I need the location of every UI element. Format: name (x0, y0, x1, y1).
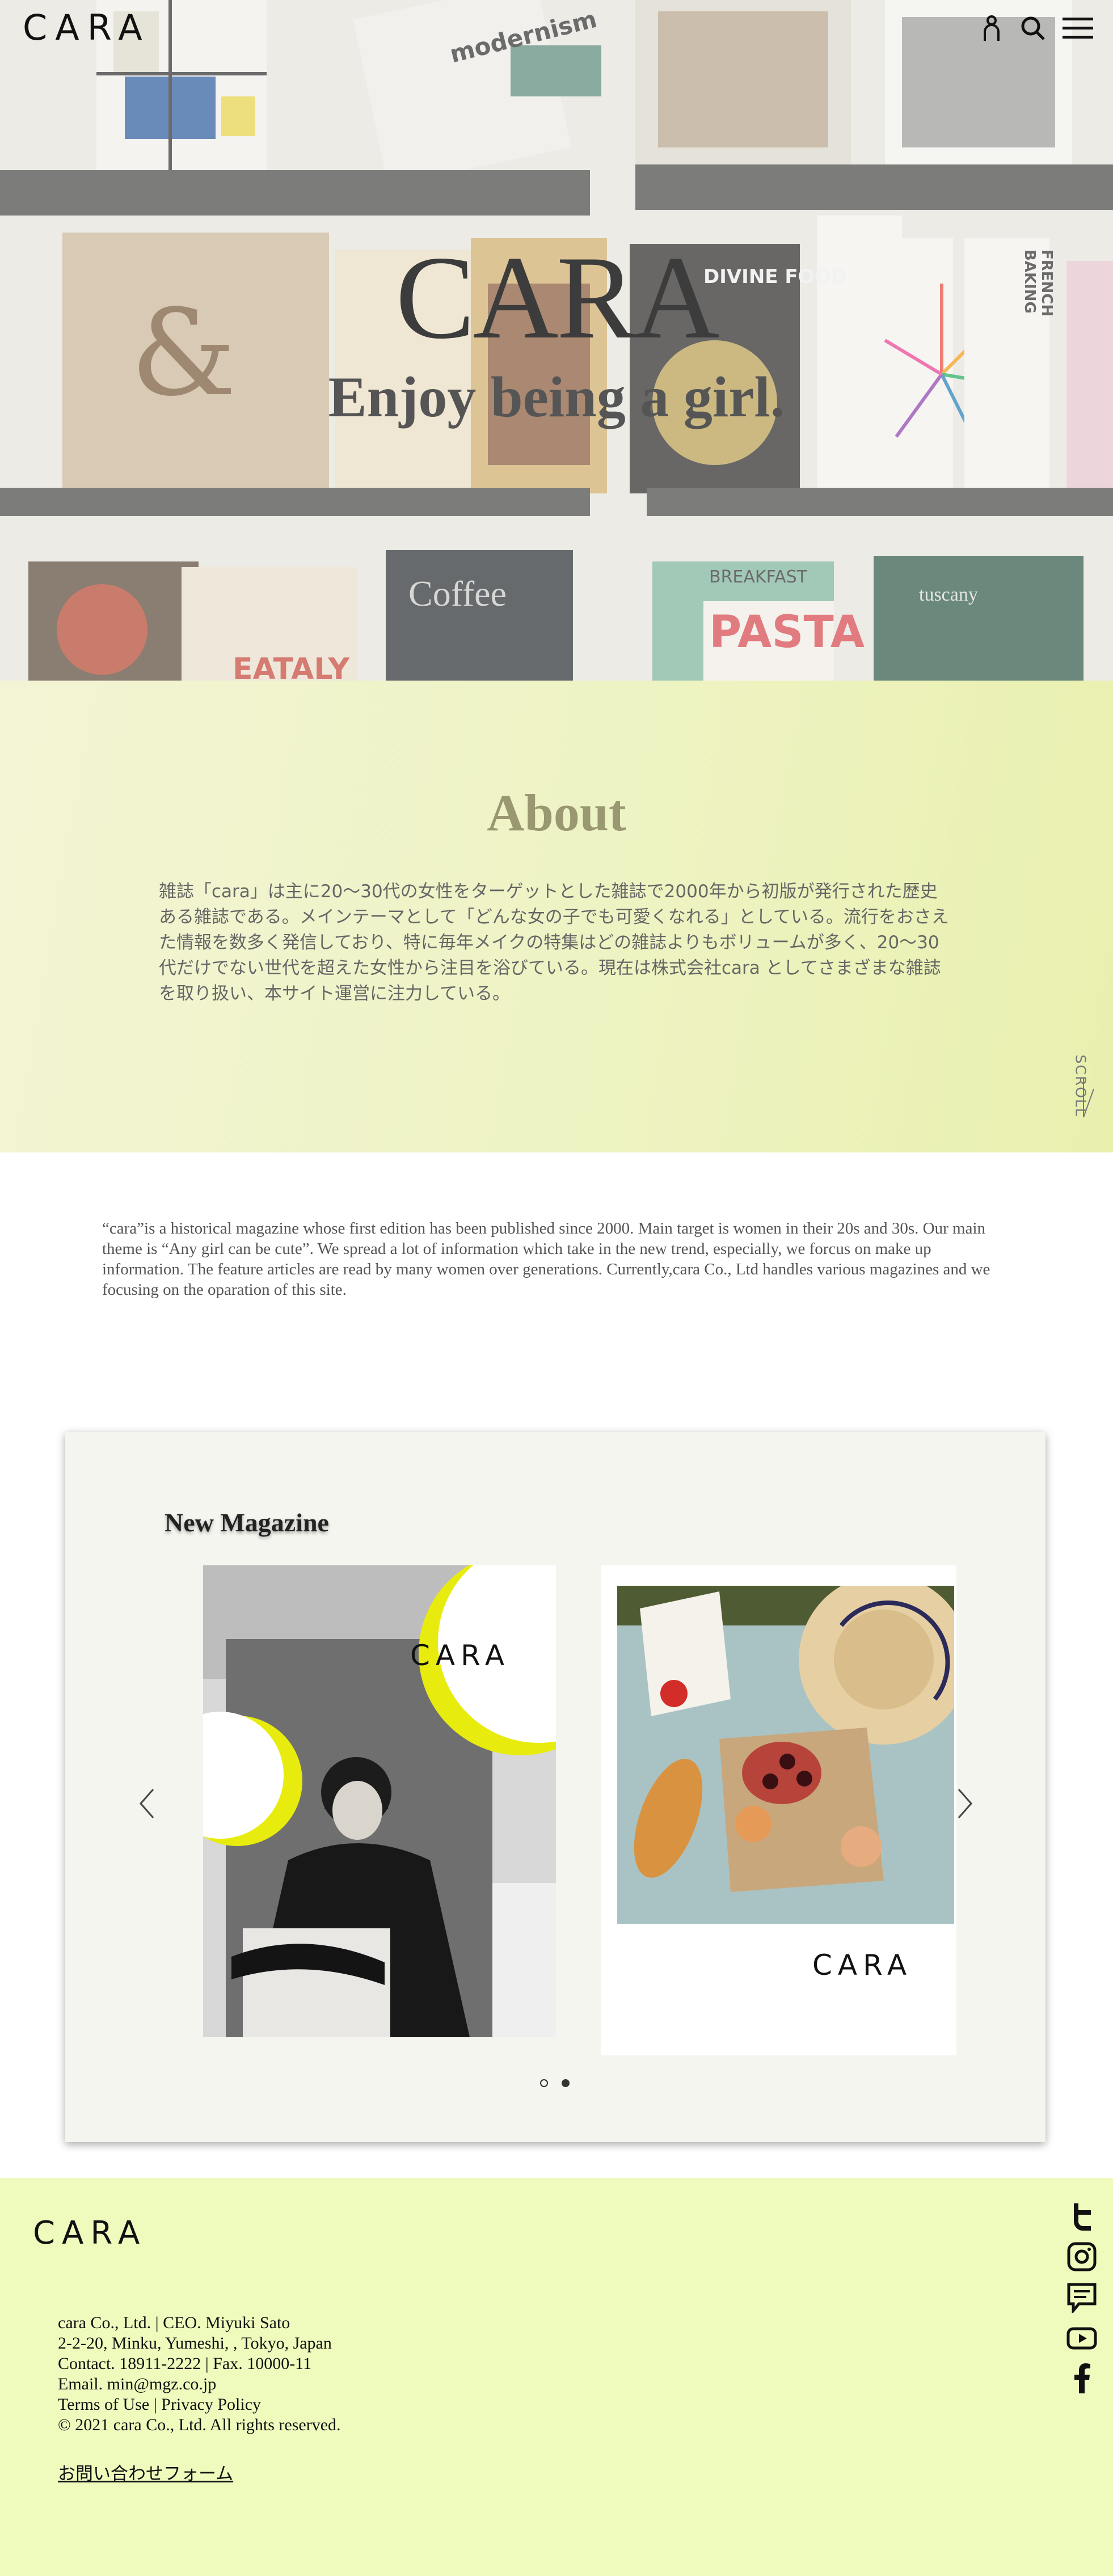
carousel-dot-2[interactable] (562, 2079, 570, 2087)
search-icon[interactable] (1019, 12, 1047, 44)
facebook-icon[interactable] (1064, 2360, 1099, 2396)
chevron-right-icon[interactable] (953, 1787, 976, 1821)
menu-icon[interactable] (1062, 12, 1094, 44)
footer-terms-links[interactable]: Terms of Use | Privacy Policy (58, 2395, 341, 2415)
magazine-cover-1[interactable]: CARA (203, 1565, 556, 2037)
picnic-flatlay-image (617, 1586, 954, 1924)
twitter-icon[interactable] (1064, 2199, 1099, 2235)
footer-info-line: cara Co., Ltd. | CEO. Miyuki Sato (58, 2313, 290, 2332)
magazine-logo-2: CARA (812, 1949, 913, 1982)
footer-info-line: 2-2-20, Minku, Yumeshi, , Tokyo, Japan (58, 2334, 332, 2353)
hero-title: CARA (395, 232, 719, 364)
footer-company-info: cara Co., Ltd. | CEO. Miyuki Sato 2-2-20… (58, 2313, 341, 2435)
scroll-indicator[interactable]: SCROLL (1066, 1055, 1095, 1129)
about-text-english: “cara”is a historical magazine whose fir… (102, 1219, 990, 1299)
footer-logo[interactable]: CARA (33, 2215, 146, 2252)
instagram-icon[interactable] (1064, 2239, 1099, 2274)
yellow-moon-graphic (203, 1565, 556, 1846)
about-text-japanese: 雑誌「cara」は主に20〜30代の女性をターゲットとした雑誌で2000年から初… (159, 881, 949, 1004)
scroll-arrow-icon (1083, 1078, 1094, 1118)
contact-form-link[interactable]: お問い合わせフォーム (58, 2459, 233, 2485)
footer-copyright: © 2021 cara Co., Ltd. All rights reserve… (58, 2415, 341, 2434)
about-title: About (487, 784, 626, 842)
magazine-logo-1: CARA (410, 1639, 511, 1672)
carousel-dot-1[interactable] (540, 2079, 548, 2087)
youtube-icon[interactable] (1064, 2321, 1099, 2356)
new-magazine-title: New Magazine (165, 1508, 329, 1537)
footer-info-line: Contact. 18911-2222 | Fax. 10000-11 (58, 2354, 312, 2373)
magazine-cover-2[interactable]: CARA (601, 1565, 956, 2055)
footer-info-line: Email. min@mgz.co.jp (58, 2375, 217, 2393)
hero-subtitle: Enjoy being a girl. (328, 365, 785, 429)
site-logo[interactable]: CARA (23, 7, 150, 48)
chevron-left-icon[interactable] (136, 1787, 159, 1821)
chat-icon[interactable] (1064, 2280, 1099, 2315)
account-icon[interactable] (980, 12, 1003, 44)
